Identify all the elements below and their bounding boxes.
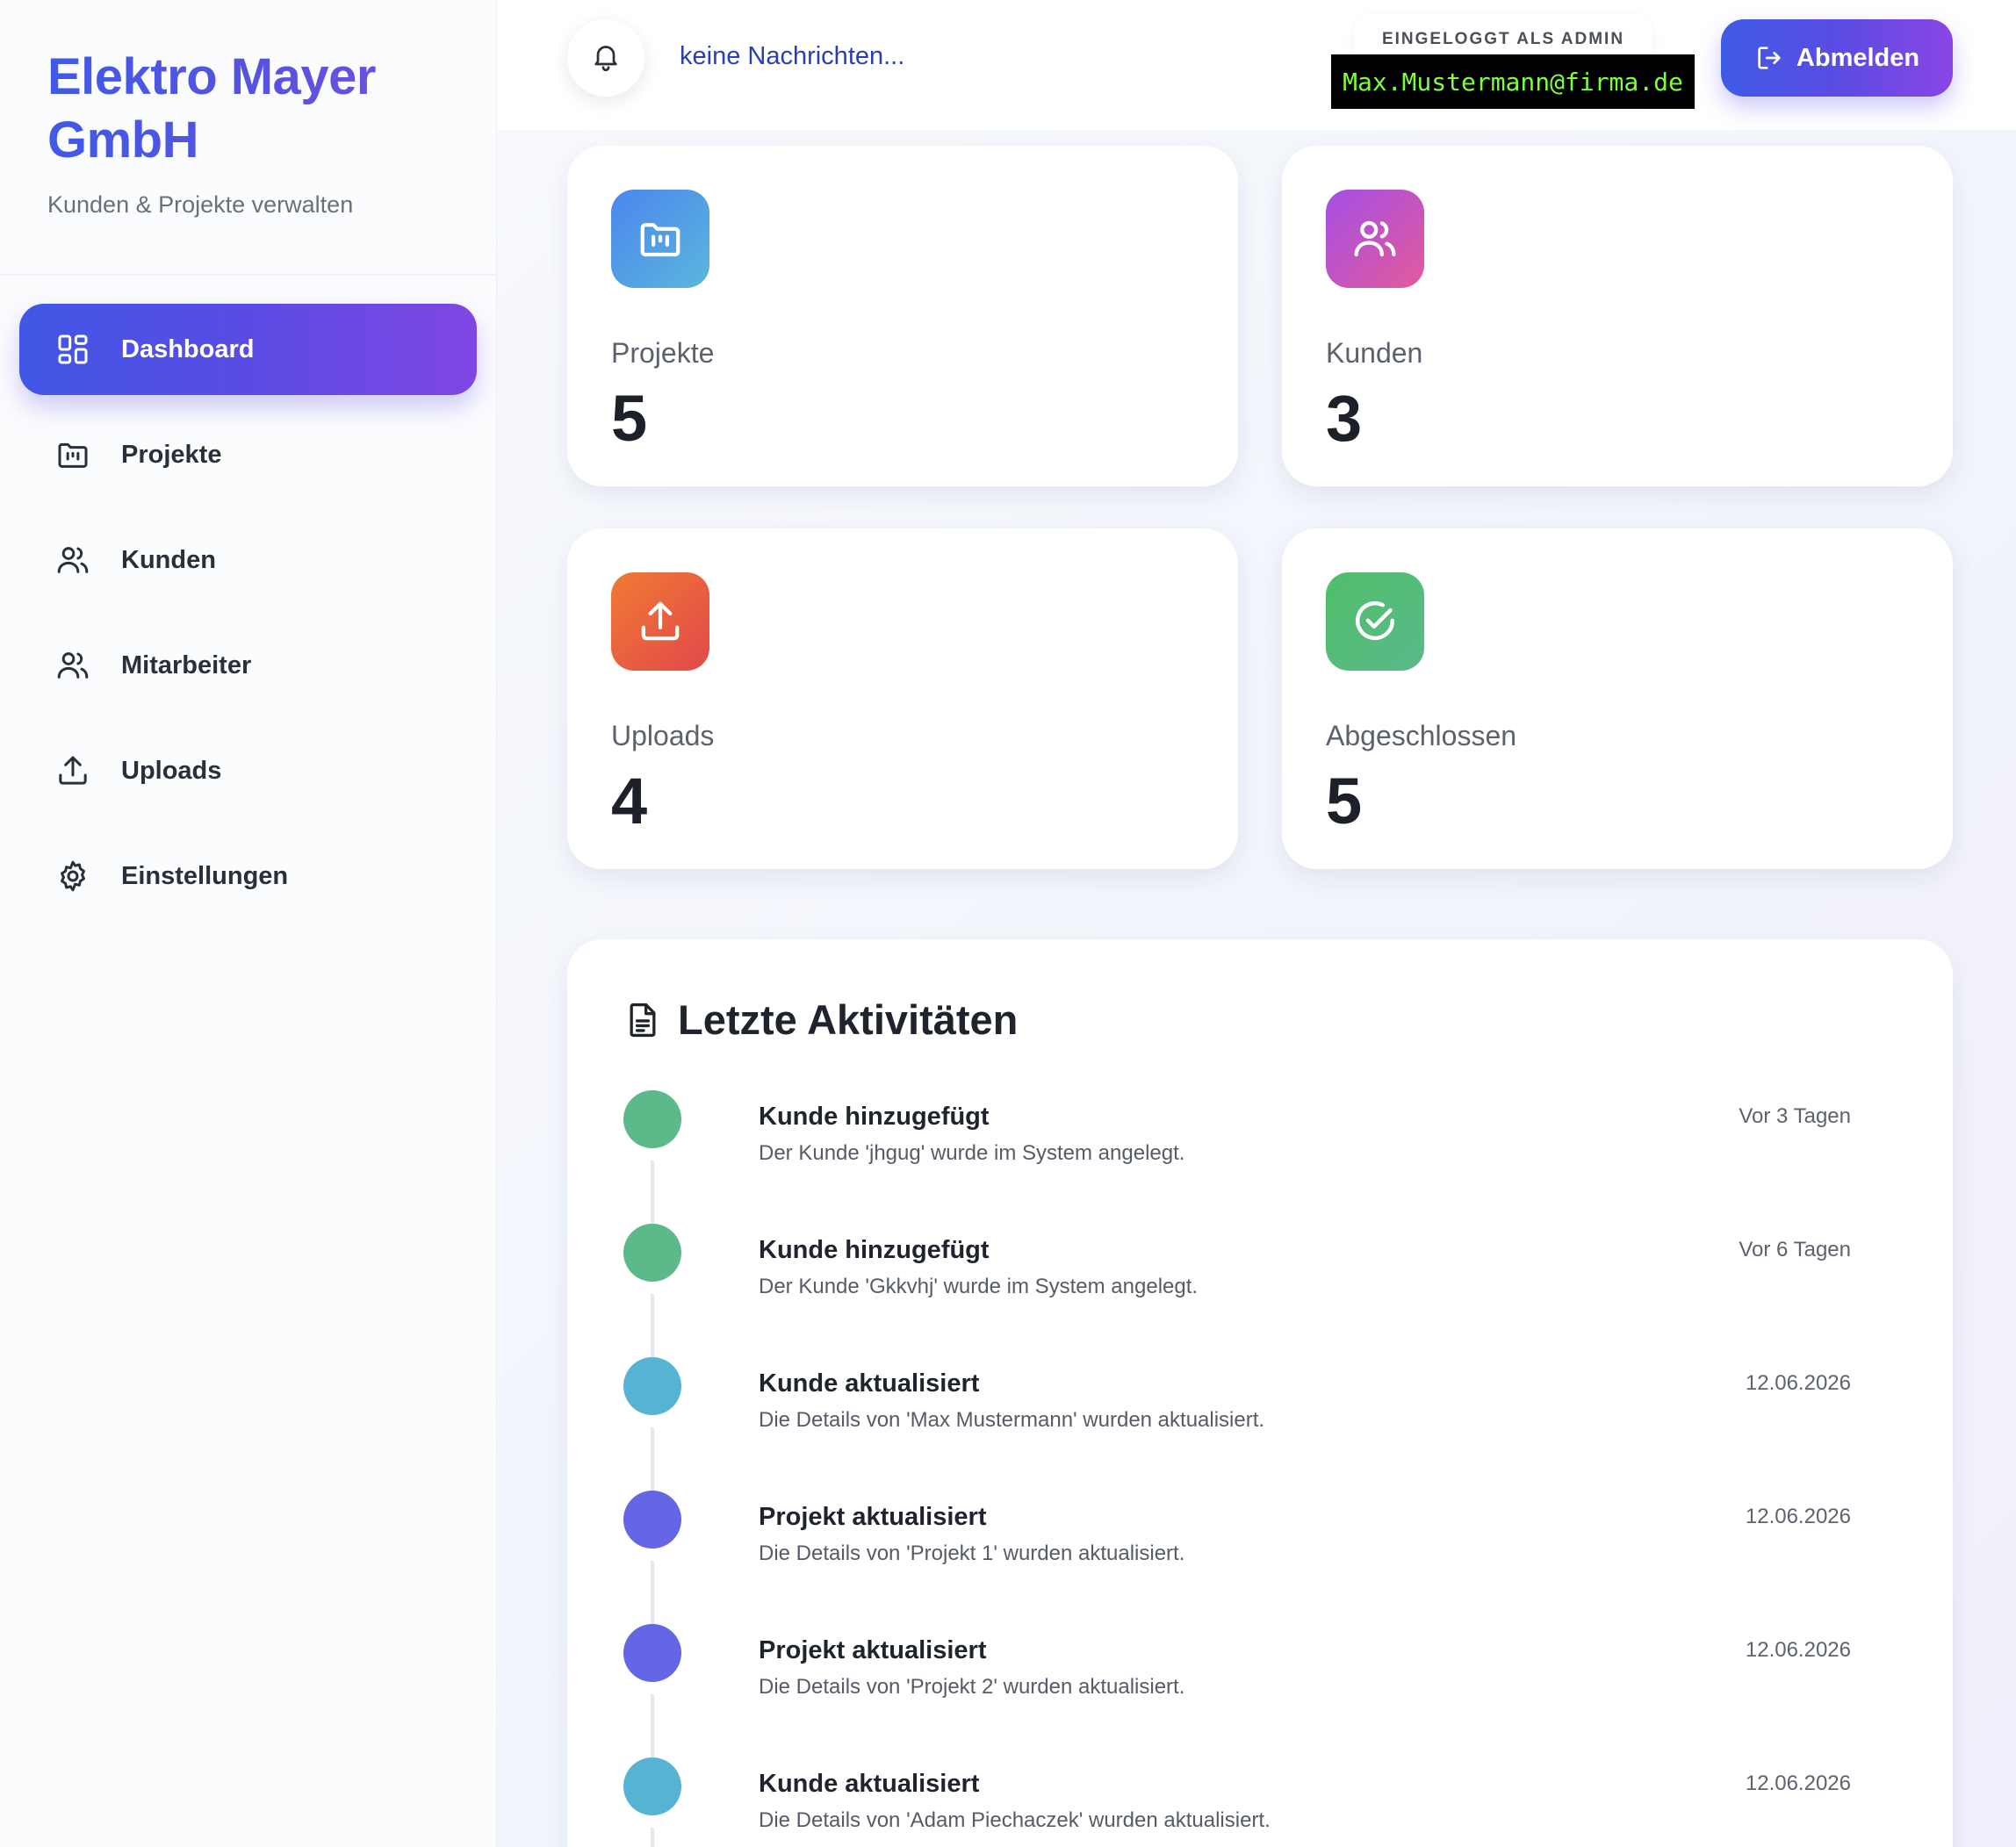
sidebar-item-label: Einstellungen [121,861,289,890]
activity-item-desc: Die Details von 'Adam Piechaczek' wurden… [759,1808,1271,1832]
check-circle-icon [1326,572,1424,671]
sidebar-item-label: Uploads [121,756,222,785]
sidebar-item-dashboard[interactable]: Dashboard [19,304,477,395]
activity-item-title: Kunde hinzugefügt [759,1236,990,1264]
activity-item-time: Vor 3 Tagen [1739,1104,1851,1128]
activity-item-time: 12.06.2026 [1745,1772,1851,1795]
timeline-connector [651,1294,654,1357]
stat-value: 5 [611,382,648,455]
stat-card-projekte[interactable]: Projekte 5 [567,146,1238,486]
activity-item-desc: Die Details von 'Projekt 1' wurden aktua… [759,1542,1185,1565]
sidebar-item-einstellungen[interactable]: Einstellungen [19,830,477,922]
activity-header: Letzte Aktivitäten [623,995,1018,1044]
activity-item-desc: Der Kunde 'jhgug' wurde im System angele… [759,1141,1185,1165]
activity-item-time: Vor 6 Tagen [1739,1238,1851,1261]
brand-title-line1: Elektro Mayer [47,48,376,105]
stat-card-abgeschlossen[interactable]: Abgeschlossen 5 [1282,528,1953,869]
timeline-connector [651,1828,654,1847]
upload-icon [611,572,709,671]
activity-item[interactable]: Kunde hinzugefügt Der Kunde 'jhgug' wurd… [623,1090,1897,1224]
logout-icon [1754,43,1784,73]
upload-icon [54,752,91,789]
activity-item-desc: Die Details von 'Projekt 2' wurden aktua… [759,1675,1185,1699]
timeline-dot [623,1224,681,1282]
stat-card-kunden[interactable]: Kunden 3 [1282,146,1953,486]
logout-button[interactable]: Abmelden [1721,19,1953,97]
login-label: EINGELOGGT ALS ADMIN [1381,30,1625,48]
timeline-dot [623,1624,681,1682]
top-header: keine Nachrichten... EINGELOGGT ALS ADMI… [497,0,2016,130]
folder-icon [611,190,709,288]
activity-item[interactable]: Kunde aktualisiert Die Details von 'Adam… [623,1757,1897,1847]
timeline-dot [623,1357,681,1415]
sidebar-item-label: Mitarbeiter [121,650,252,679]
activity-item-desc: Der Kunde 'Gkkvhj' wurde im System angel… [759,1275,1199,1298]
timeline-connector [651,1427,654,1491]
login-email: Max.Mustermann@firma.de [1331,54,1695,109]
sidebar-item-label: Projekte [121,440,222,469]
notification-button[interactable] [567,19,644,97]
activity-item-title: Kunde aktualisiert [759,1770,980,1798]
activity-panel: Letzte Aktivitäten Kunde hinzugefügt Der… [567,939,1953,1847]
logout-label: Abmelden [1796,43,1920,72]
activity-item-title: Projekt aktualisiert [759,1503,987,1531]
sidebar-item-label: Dashboard [121,334,255,363]
stat-value: 3 [1326,382,1363,455]
activity-item-title: Kunde aktualisiert [759,1369,980,1398]
brand: Elektro Mayer GmbH Kunden & Projekte ver… [0,0,496,276]
timeline-connector [651,1161,654,1224]
stat-label: Uploads [611,720,715,751]
folder-icon [54,436,91,473]
activity-item-time: 12.06.2026 [1745,1505,1851,1528]
activity-item-desc: Die Details von 'Max Mustermann' wurden … [759,1408,1265,1432]
activity-item[interactable]: Kunde hinzugefügt Der Kunde 'Gkkvhj' wur… [623,1224,1897,1357]
main-content: Projekte 5 Kunden 3 Uploads 4 Abgeschlos… [497,130,2016,1847]
dashboard-grid-icon [54,331,91,368]
bell-icon [590,40,622,76]
stat-value: 4 [611,765,648,837]
timeline-dot [623,1090,681,1148]
timeline-dot [623,1757,681,1815]
activity-item-time: 12.06.2026 [1745,1638,1851,1662]
activity-item[interactable]: Projekt aktualisiert Die Details von 'Pr… [623,1491,1897,1624]
timeline-connector [651,1561,654,1624]
activity-item-title: Kunde hinzugefügt [759,1103,990,1131]
sidebar-item-label: Kunden [121,545,216,574]
users-icon [54,542,91,579]
activity-item[interactable]: Kunde aktualisiert Die Details von 'Max … [623,1357,1897,1491]
sidebar: Elektro Mayer GmbH Kunden & Projekte ver… [0,0,497,1847]
brand-title[interactable]: Elektro Mayer GmbH [47,46,449,172]
brand-subtitle: Kunden & Projekte verwalten [47,191,354,218]
stat-label: Projekte [611,337,715,369]
document-icon [623,999,662,1041]
notification-text: keine Nachrichten... [680,42,905,70]
sidebar-nav: Dashboard Projekte Kunden Mitarbeiter Up… [0,276,496,964]
app-root: Elektro Mayer GmbH Kunden & Projekte ver… [0,0,2016,1847]
activity-item[interactable]: Projekt aktualisiert Die Details von 'Pr… [623,1624,1897,1757]
users-icon [54,647,91,684]
timeline-connector [651,1694,654,1757]
sidebar-item-kunden[interactable]: Kunden [19,514,477,606]
timeline-dot [623,1491,681,1549]
stat-label: Abgeschlossen [1326,720,1517,751]
activity-title: Letzte Aktivitäten [678,996,1019,1043]
activity-item-time: 12.06.2026 [1745,1371,1851,1395]
users-icon [1326,190,1424,288]
stat-value: 5 [1326,765,1363,837]
brand-title-line2: GmbH [47,111,198,169]
gear-icon [54,858,91,895]
sidebar-item-uploads[interactable]: Uploads [19,725,477,816]
activity-item-title: Projekt aktualisiert [759,1636,987,1664]
stat-card-uploads[interactable]: Uploads 4 [567,528,1238,869]
sidebar-item-projekte[interactable]: Projekte [19,409,477,500]
stat-label: Kunden [1326,337,1423,369]
sidebar-item-mitarbeiter[interactable]: Mitarbeiter [19,620,477,711]
activity-timeline: Kunde hinzugefügt Der Kunde 'jhgug' wurd… [623,1090,1897,1847]
